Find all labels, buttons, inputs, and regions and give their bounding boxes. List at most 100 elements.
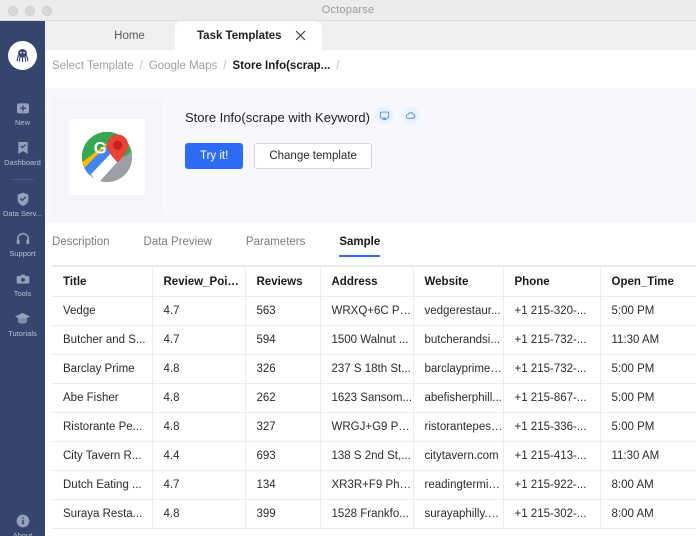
table-cell: 4.7 — [152, 470, 246, 500]
left-sidebar: New Dashboard Data Serv... Support Tools… — [0, 21, 45, 536]
table-header-row: Title Review_Points Reviews Address Website P… — [52, 266, 696, 297]
table-cell: WRXQ+6C Ph... — [320, 296, 414, 326]
table-column-header: Title — [52, 266, 153, 297]
sidebar-item-new-label: New — [14, 118, 30, 127]
table-cell: Suraya Resta... — [52, 499, 153, 529]
try-it-button[interactable]: Try it! — [185, 143, 244, 169]
local-run-badge[interactable] — [375, 106, 393, 124]
table-cell: 4.8 — [152, 354, 246, 384]
breadcrumb-separator-trailing: / — [336, 60, 340, 72]
table-cell: WRGJ+G9 Phi... — [320, 412, 414, 442]
table-cell: citytavern.com — [413, 441, 504, 471]
table-cell: +1 215-922-... — [503, 470, 601, 500]
sidebar-item-support[interactable]: Support — [0, 230, 45, 258]
sidebar-item-tools[interactable]: Tools — [0, 270, 45, 298]
window-title: Octoparse — [321, 4, 375, 16]
breadcrumb-item-google-maps[interactable]: Google Maps — [149, 60, 217, 72]
table-cell: 4.8 — [152, 499, 246, 529]
table-cell: 326 — [245, 354, 321, 384]
table-cell: ristorantepest... — [413, 412, 504, 442]
sample-table-container[interactable]: Title Review_Points Reviews Address Website P… — [52, 266, 696, 536]
breadcrumb-item-select-template[interactable]: Select Template — [52, 60, 134, 72]
tab-parameters[interactable]: Parameters — [246, 232, 305, 257]
template-thumbnail: G — [52, 98, 162, 215]
sidebar-item-tutorials-label: Tutorials — [8, 329, 37, 338]
table-body: Vedge 4.7 563 WRXQ+6C Ph... vedgerestaur... +… — [52, 296, 696, 529]
table-column-header: Review_Points — [152, 266, 246, 297]
close-icon[interactable] — [295, 30, 306, 41]
tab-task-templates[interactable]: Task Templates — [175, 21, 322, 50]
template-actions: Try it! Change template — [185, 143, 372, 169]
table-cell: +1 215-320-... — [503, 296, 601, 326]
toolbox-icon — [0, 270, 45, 287]
table-cell: Ristorante Pe... — [52, 412, 153, 442]
table-cell: 1528 Frankfo... — [320, 499, 414, 529]
tab-data-preview[interactable]: Data Preview — [144, 232, 212, 257]
table-cell: 1623 Sansom... — [320, 383, 414, 413]
bookmark-check-icon — [0, 139, 45, 156]
change-template-button[interactable]: Change template — [254, 143, 372, 169]
table-cell: 237 S 18th St... — [320, 354, 414, 384]
breadcrumb-item-current: Store Info(scrap... — [232, 60, 331, 72]
headset-icon — [0, 230, 45, 247]
table-cell: abefisherphill... — [413, 383, 504, 413]
breadcrumb-separator: / — [139, 60, 143, 72]
sidebar-item-about-label: About — [12, 531, 33, 536]
table-cell: +1 215-867-... — [503, 383, 601, 413]
table-cell: Vedge — [52, 296, 153, 326]
detail-tabs: Description Data Preview Parameters Samp… — [52, 232, 696, 265]
table-cell: 5:00 PM — [600, 296, 696, 326]
table-cell: 4.7 — [152, 296, 246, 326]
graduation-cap-icon — [0, 310, 45, 327]
sidebar-nav: New Dashboard Data Serv... Support Tools… — [0, 99, 45, 350]
table-cell: 563 — [245, 296, 321, 326]
table-cell: 4.8 — [152, 383, 246, 413]
sidebar-item-dashboard[interactable]: Dashboard — [0, 139, 45, 167]
table-cell: 594 — [245, 325, 321, 355]
octopus-logo-icon — [16, 49, 29, 63]
table-row[interactable]: Dutch Eating ... 4.7 134 XR3R+F9 Phil... rea… — [52, 470, 696, 500]
table-header: Title Review_Points Reviews Address Website P… — [52, 266, 696, 297]
tab-home-label: Home — [114, 29, 145, 42]
cloud-run-badge[interactable] — [401, 106, 419, 124]
table-cell: 11:30 AM — [600, 441, 696, 471]
breadcrumb-separator: / — [223, 60, 227, 72]
table-cell: Butcher and S... — [52, 325, 153, 355]
sidebar-item-tools-label: Tools — [13, 289, 32, 298]
table-cell: Abe Fisher — [52, 383, 153, 413]
table-cell: 262 — [245, 383, 321, 413]
table-cell: 5:00 PM — [600, 412, 696, 442]
table-column-header: Phone — [503, 266, 601, 297]
table-cell: barclayprime.... — [413, 354, 504, 384]
table-cell: 5:00 PM — [600, 354, 696, 384]
table-column-header: Reviews — [245, 266, 321, 297]
table-row[interactable]: Butcher and S... 4.7 594 1500 Walnut ... but… — [52, 325, 696, 355]
table-row[interactable]: Ristorante Pe... 4.8 327 WRGJ+G9 Phi... rist… — [52, 412, 696, 442]
table-row[interactable]: Barclay Prime 4.8 326 237 S 18th St... barcl… — [52, 354, 696, 384]
sidebar-item-tutorials[interactable]: Tutorials — [0, 310, 45, 338]
table-row[interactable]: Vedge 4.7 563 WRXQ+6C Ph... vedgerestaur... +… — [52, 296, 696, 326]
tab-sample[interactable]: Sample — [339, 232, 380, 257]
table-cell: 138 S 2nd St,... — [320, 441, 414, 471]
table-cell: 11:30 AM — [600, 325, 696, 355]
table-cell: 327 — [245, 412, 321, 442]
table-row[interactable]: City Tavern R... 4.4 693 138 S 2nd St,... ci… — [52, 441, 696, 471]
table-cell: 1500 Walnut ... — [320, 325, 414, 355]
sidebar-item-data-service[interactable]: Data Serv... — [0, 190, 45, 218]
table-cell: 693 — [245, 441, 321, 471]
table-cell: readingtermin... — [413, 470, 504, 500]
table-cell: +1 215-732-... — [503, 325, 601, 355]
avatar[interactable] — [8, 41, 37, 70]
table-row[interactable]: Suraya Resta... 4.8 399 1528 Frankfo... sura… — [52, 499, 696, 529]
table-column-header: Open_Time — [600, 266, 696, 297]
table-cell: vedgerestaur... — [413, 296, 504, 326]
table-row[interactable]: Abe Fisher 4.8 262 1623 Sansom... abefisherp… — [52, 383, 696, 413]
table-cell: +1 215-336-... — [503, 412, 601, 442]
tab-description[interactable]: Description — [52, 232, 110, 257]
sidebar-item-support-label: Support — [9, 249, 36, 258]
sidebar-item-new[interactable]: New — [0, 99, 45, 127]
table-cell: 8:00 AM — [600, 470, 696, 500]
sidebar-item-about[interactable]: About — [0, 512, 45, 536]
octoparse-window: Octoparse New Dashboard Data Serv... Sup… — [0, 0, 696, 536]
table-cell: 399 — [245, 499, 321, 529]
